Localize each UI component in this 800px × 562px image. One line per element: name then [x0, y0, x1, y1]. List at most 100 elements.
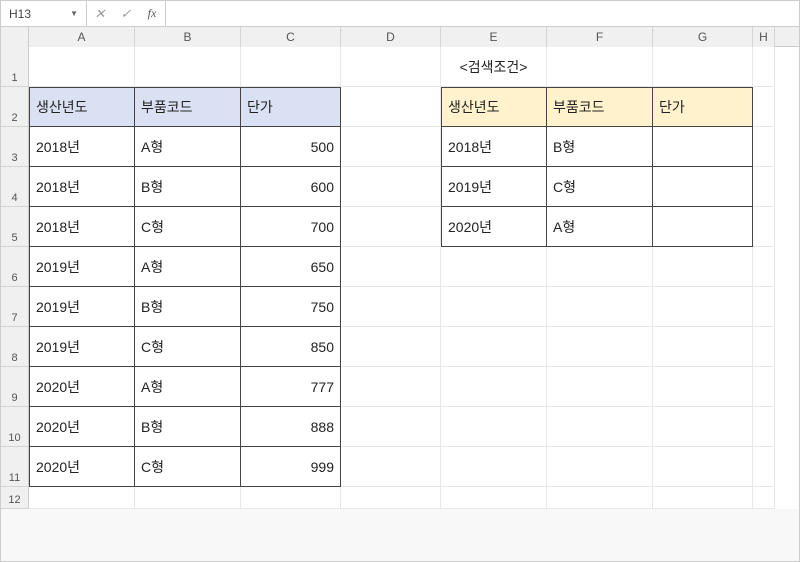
accept-formula-icon[interactable]: ✓: [113, 1, 139, 26]
cell[interactable]: C형: [135, 207, 241, 247]
row-header[interactable]: 7: [1, 287, 29, 327]
cell[interactable]: [341, 327, 441, 367]
fx-icon[interactable]: fx: [139, 1, 165, 26]
cell-header-price-left[interactable]: 단가: [241, 87, 341, 127]
cell[interactable]: 2020년: [29, 407, 135, 447]
cell[interactable]: [341, 207, 441, 247]
row-header[interactable]: 11: [1, 447, 29, 487]
cell[interactable]: 600: [241, 167, 341, 207]
cell[interactable]: [547, 247, 653, 287]
cell[interactable]: [341, 447, 441, 487]
cell[interactable]: 750: [241, 287, 341, 327]
col-header-D[interactable]: D: [341, 27, 441, 47]
cell[interactable]: 2019년: [29, 327, 135, 367]
cell[interactable]: [341, 487, 441, 509]
cell-header-code-right[interactable]: 부품코드: [547, 87, 653, 127]
cell[interactable]: 2019년: [29, 247, 135, 287]
cell[interactable]: [547, 447, 653, 487]
cell[interactable]: A형: [135, 367, 241, 407]
cell[interactable]: [653, 327, 753, 367]
cell[interactable]: [441, 447, 547, 487]
cell[interactable]: [241, 487, 341, 509]
cell[interactable]: [753, 127, 775, 167]
col-header-H[interactable]: H: [753, 27, 775, 47]
cell[interactable]: [653, 287, 753, 327]
col-header-F[interactable]: F: [547, 27, 653, 47]
cell[interactable]: [341, 167, 441, 207]
row-header[interactable]: 12: [1, 487, 29, 509]
cell[interactable]: [341, 367, 441, 407]
col-header-C[interactable]: C: [241, 27, 341, 47]
cell[interactable]: [753, 287, 775, 327]
cell[interactable]: A형: [547, 207, 653, 247]
cell[interactable]: 2018년: [29, 207, 135, 247]
cell[interactable]: [653, 207, 753, 247]
row-header[interactable]: 9: [1, 367, 29, 407]
cell[interactable]: B형: [135, 407, 241, 447]
cell[interactable]: [547, 367, 653, 407]
cell[interactable]: [241, 47, 341, 87]
cell[interactable]: [547, 487, 653, 509]
cell[interactable]: [753, 207, 775, 247]
row-header[interactable]: 3: [1, 127, 29, 167]
cell[interactable]: [441, 247, 547, 287]
cell[interactable]: [653, 447, 753, 487]
cell[interactable]: A형: [135, 127, 241, 167]
cell-header-price-right[interactable]: 단가: [653, 87, 753, 127]
cell[interactable]: [29, 47, 135, 87]
col-header-E[interactable]: E: [441, 27, 547, 47]
cell[interactable]: [135, 487, 241, 509]
cell[interactable]: C형: [547, 167, 653, 207]
col-header-G[interactable]: G: [653, 27, 753, 47]
cell[interactable]: [653, 487, 753, 509]
col-header-B[interactable]: B: [135, 27, 241, 47]
cell[interactable]: 2019년: [441, 167, 547, 207]
cell[interactable]: [441, 327, 547, 367]
cell[interactable]: [547, 47, 653, 87]
cell-header-code-left[interactable]: 부품코드: [135, 87, 241, 127]
cell[interactable]: [653, 127, 753, 167]
cell[interactable]: [653, 167, 753, 207]
cell[interactable]: 2020년: [441, 207, 547, 247]
name-box-dropdown-icon[interactable]: ▼: [70, 9, 78, 18]
cell[interactable]: [753, 87, 775, 127]
cell[interactable]: [753, 487, 775, 509]
cell[interactable]: [341, 47, 441, 87]
cell[interactable]: 650: [241, 247, 341, 287]
cell[interactable]: [547, 327, 653, 367]
formula-input[interactable]: [166, 1, 799, 26]
cell[interactable]: 777: [241, 367, 341, 407]
cell[interactable]: [753, 167, 775, 207]
cell[interactable]: [135, 47, 241, 87]
select-all-corner[interactable]: [1, 27, 29, 47]
cell[interactable]: [341, 247, 441, 287]
cell[interactable]: [547, 287, 653, 327]
row-header[interactable]: 6: [1, 247, 29, 287]
cell[interactable]: [341, 287, 441, 327]
cell[interactable]: [341, 127, 441, 167]
cell[interactable]: [441, 367, 547, 407]
cell[interactable]: [753, 47, 775, 87]
cell[interactable]: [441, 287, 547, 327]
cell[interactable]: 2018년: [29, 127, 135, 167]
row-header[interactable]: 10: [1, 407, 29, 447]
cell[interactable]: [753, 367, 775, 407]
cell[interactable]: A형: [135, 247, 241, 287]
row-header[interactable]: 4: [1, 167, 29, 207]
cell[interactable]: 2020년: [29, 447, 135, 487]
row-header[interactable]: 1: [1, 47, 29, 87]
cell[interactable]: [341, 407, 441, 447]
cell[interactable]: 2018년: [29, 167, 135, 207]
cell[interactable]: [547, 407, 653, 447]
cell[interactable]: B형: [547, 127, 653, 167]
worksheet-grid[interactable]: A B C D E F G H 1 <검색조건> 2 생산년도 부품코드 단가: [1, 27, 799, 509]
cell[interactable]: 888: [241, 407, 341, 447]
cell[interactable]: [753, 407, 775, 447]
cell[interactable]: [441, 407, 547, 447]
cell[interactable]: 2020년: [29, 367, 135, 407]
cell[interactable]: [653, 407, 753, 447]
cell[interactable]: 999: [241, 447, 341, 487]
cell[interactable]: [753, 447, 775, 487]
cell[interactable]: [653, 367, 753, 407]
cell[interactable]: [753, 327, 775, 367]
